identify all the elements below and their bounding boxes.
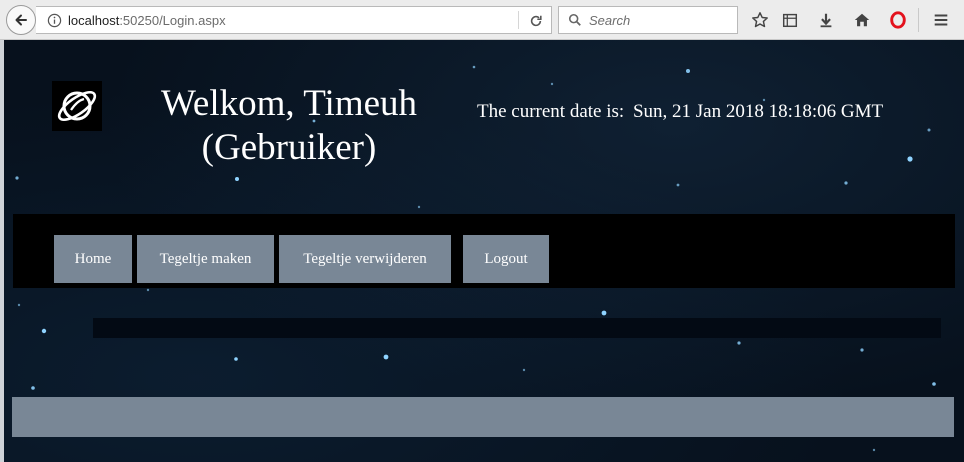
download-icon[interactable]	[816, 10, 836, 30]
search-input[interactable]: Search	[558, 6, 738, 34]
url-divider	[518, 11, 519, 29]
welcome-role: (Gebruiker)	[201, 127, 377, 168]
address-bar[interactable]: localhost:50250/Login.aspx	[36, 6, 552, 34]
nav-logout-button[interactable]: Logout	[463, 235, 549, 283]
info-icon[interactable]	[46, 12, 62, 28]
date-label: The current date is:	[477, 101, 625, 122]
url-text[interactable]: localhost:50250/Login.aspx	[68, 13, 226, 28]
search-icon	[567, 12, 583, 28]
planet-icon	[52, 81, 102, 131]
main-navigation: Home Tegeltje maken Tegeltje verwijderen…	[13, 214, 955, 288]
footer-bar	[12, 397, 954, 437]
back-button[interactable]	[6, 5, 36, 35]
bookmark-star-icon[interactable]	[750, 10, 770, 30]
page-body: Welkom, Timeuh (Gebruiker) The current d…	[4, 40, 964, 462]
opera-icon[interactable]	[888, 10, 908, 30]
menu-icon[interactable]	[931, 10, 951, 30]
nav-home-button[interactable]: Home	[54, 235, 132, 283]
current-date: The current date is: Sun, 21 Jan 2018 18…	[477, 101, 883, 123]
reading-list-icon[interactable]	[780, 10, 800, 30]
toolbar-divider	[918, 8, 919, 32]
url-path: :50250/Login.aspx	[119, 12, 226, 28]
welcome-heading: Welkom, Timeuh (Gebruiker)	[134, 82, 444, 170]
browser-toolbar: localhost:50250/Login.aspx Search	[0, 0, 964, 40]
nav-tegeltje-maken-button[interactable]: Tegeltje maken	[137, 235, 274, 283]
content-area	[93, 318, 941, 338]
welcome-name: Welkom, Timeuh	[160, 83, 418, 124]
url-host: localhost	[68, 12, 120, 28]
arrow-left-icon	[15, 14, 27, 26]
home-icon[interactable]	[852, 10, 872, 30]
reload-icon[interactable]	[526, 11, 546, 31]
nav-tegeltje-verwijderen-button[interactable]: Tegeltje verwijderen	[279, 235, 451, 283]
search-placeholder: Search	[589, 12, 631, 28]
date-value: Sun, 21 Jan 2018 18:18:06 GMT	[632, 101, 884, 122]
